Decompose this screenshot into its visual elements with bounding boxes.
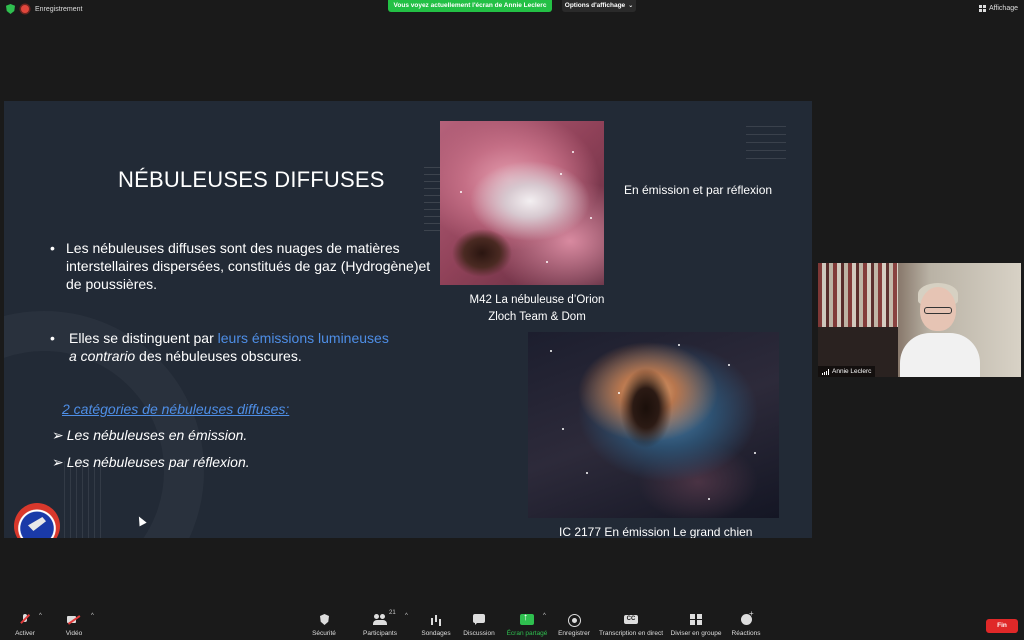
- bullet-item: • Les nébuleuses diffuses sont des nuage…: [50, 239, 440, 293]
- mute-label: Activer: [15, 630, 35, 637]
- view-options-button[interactable]: Options d'affichage ⌄: [562, 0, 636, 12]
- chevron-down-icon: ⌄: [628, 3, 634, 9]
- meeting-toolbar: Activer ^ Vidéo ^ Sécurité 21 Participan…: [0, 604, 1024, 640]
- record-label: Enregistrer: [558, 630, 590, 637]
- mute-button[interactable]: Activer: [12, 604, 38, 640]
- orion-nebula-image: [440, 121, 604, 285]
- m42-caption-line: M42 La nébuleuse d’Orion: [469, 294, 605, 306]
- breakout-rooms-icon: [689, 614, 703, 626]
- breakout-label: Diviser en groupe: [670, 630, 722, 637]
- security-shield-icon: [6, 4, 15, 14]
- reactions-button[interactable]: Réactions: [731, 604, 761, 640]
- participant-video-tile[interactable]: Annie Leclerc: [818, 263, 1021, 377]
- polls-label: Sondages: [421, 630, 451, 637]
- arrow-bullet-icon: ➢: [52, 427, 64, 443]
- categories-title: 2 catégories de nébuleuses diffuses:: [62, 401, 290, 417]
- decorative-lines: [64, 461, 104, 538]
- closed-caption-icon: [624, 614, 638, 626]
- share-options-caret[interactable]: ^: [543, 613, 546, 619]
- participant-video: [900, 283, 980, 377]
- slide-title: NÉBULEUSES DIFFUSES: [118, 167, 385, 192]
- microphone-muted-icon: [18, 614, 32, 626]
- share-screen-button[interactable]: Écran partagé: [506, 604, 548, 640]
- emission-reflection-label: En émission et par réflexion: [624, 183, 773, 197]
- signal-bars-icon: [822, 368, 829, 375]
- participants-options-caret[interactable]: ^: [405, 613, 408, 619]
- bullet-highlight: leurs émissions lumineuses: [217, 330, 389, 346]
- participants-button[interactable]: 21 Participants: [362, 604, 398, 640]
- polls-button[interactable]: Sondages: [421, 604, 451, 640]
- emoji-reaction-icon: [739, 609, 754, 626]
- telescope-icon: [28, 517, 46, 531]
- participant-name: Annie Leclerc: [832, 368, 872, 375]
- chat-label: Discussion: [463, 630, 495, 637]
- video-label: Vidéo: [65, 630, 83, 637]
- audio-options-caret[interactable]: ^: [39, 613, 42, 619]
- decorative-dots: [746, 119, 786, 159]
- participants-label: Participants: [363, 630, 397, 637]
- grid-icon: [978, 5, 986, 12]
- security-label: Sécurité: [312, 630, 336, 637]
- recording-dot-icon: [21, 5, 29, 13]
- share-label: Écran partagé: [506, 630, 548, 637]
- breakout-rooms-button[interactable]: Diviser en groupe: [670, 604, 722, 640]
- category-item: ➢ Les nébuleuses en émission.: [52, 427, 247, 444]
- display-button[interactable]: Affichage: [978, 5, 1018, 12]
- bullet-icon: •: [50, 240, 55, 256]
- end-meeting-button[interactable]: Fin: [986, 619, 1018, 633]
- category-item: ➢ Les nébuleuses par réflexion.: [52, 454, 250, 471]
- participants-count: 21: [389, 610, 396, 616]
- chat-icon: [472, 614, 486, 626]
- participant-name-tag: Annie Leclerc: [818, 366, 876, 377]
- video-options-caret[interactable]: ^: [91, 613, 94, 619]
- live-transcript-button[interactable]: Transcription en direct: [598, 604, 664, 640]
- top-bar: Enregistrement Vous voyez actuellement l…: [0, 0, 1024, 20]
- ic2177-caption: IC 2177 En émission Le grand chien: [559, 525, 753, 538]
- shield-icon: [317, 614, 331, 626]
- participants-icon: 21: [373, 610, 396, 626]
- transcription-label: Transcription en direct: [598, 630, 664, 637]
- m42-caption: M42 La nébuleuse d’Orion Zloch Team & Do…: [452, 292, 622, 326]
- bullet-text-end: des nébuleuses obscures.: [135, 348, 302, 364]
- chat-button[interactable]: Discussion: [462, 604, 496, 640]
- ic2177-nebula-image: [528, 332, 779, 518]
- security-button[interactable]: Sécurité: [310, 604, 338, 640]
- record-button[interactable]: Enregistrer: [557, 604, 591, 640]
- bullet-item: • Elles se distinguent par leurs émissio…: [50, 329, 440, 365]
- arrow-bullet-icon: ➢: [52, 454, 64, 470]
- bullet-italic: a contrario: [69, 348, 136, 364]
- reactions-label: Réactions: [731, 630, 761, 637]
- video-button[interactable]: Vidéo: [62, 604, 86, 640]
- bullet-text: Les nébuleuses diffuses sont des nuages …: [66, 240, 431, 292]
- screen-share-banner: Vous voyez actuellement l'écran de Annie…: [388, 0, 552, 12]
- video-off-icon: [67, 614, 81, 626]
- category-text: Les nébuleuses en émission.: [66, 427, 248, 443]
- bullet-icon: •: [50, 330, 55, 346]
- record-icon: [567, 614, 581, 627]
- display-label: Affichage: [988, 5, 1018, 12]
- view-options-label: Options d'affichage: [564, 2, 626, 9]
- category-text: Les nébuleuses par réflexion.: [66, 454, 250, 470]
- bullet-text-start: Elles se distinguent par: [69, 330, 218, 346]
- shared-screen-slide: NÉBULEUSES DIFFUSES • Les nébuleuses dif…: [4, 101, 812, 538]
- recording-label: Enregistrement: [35, 5, 83, 13]
- recording-indicator[interactable]: Enregistrement: [6, 4, 82, 14]
- bar-chart-icon: [429, 614, 443, 626]
- bullet-text: Elles se distinguent par leurs émissions…: [69, 329, 440, 365]
- m42-credit-line: Zloch Team & Dom: [488, 311, 586, 323]
- share-screen-icon: [520, 612, 534, 626]
